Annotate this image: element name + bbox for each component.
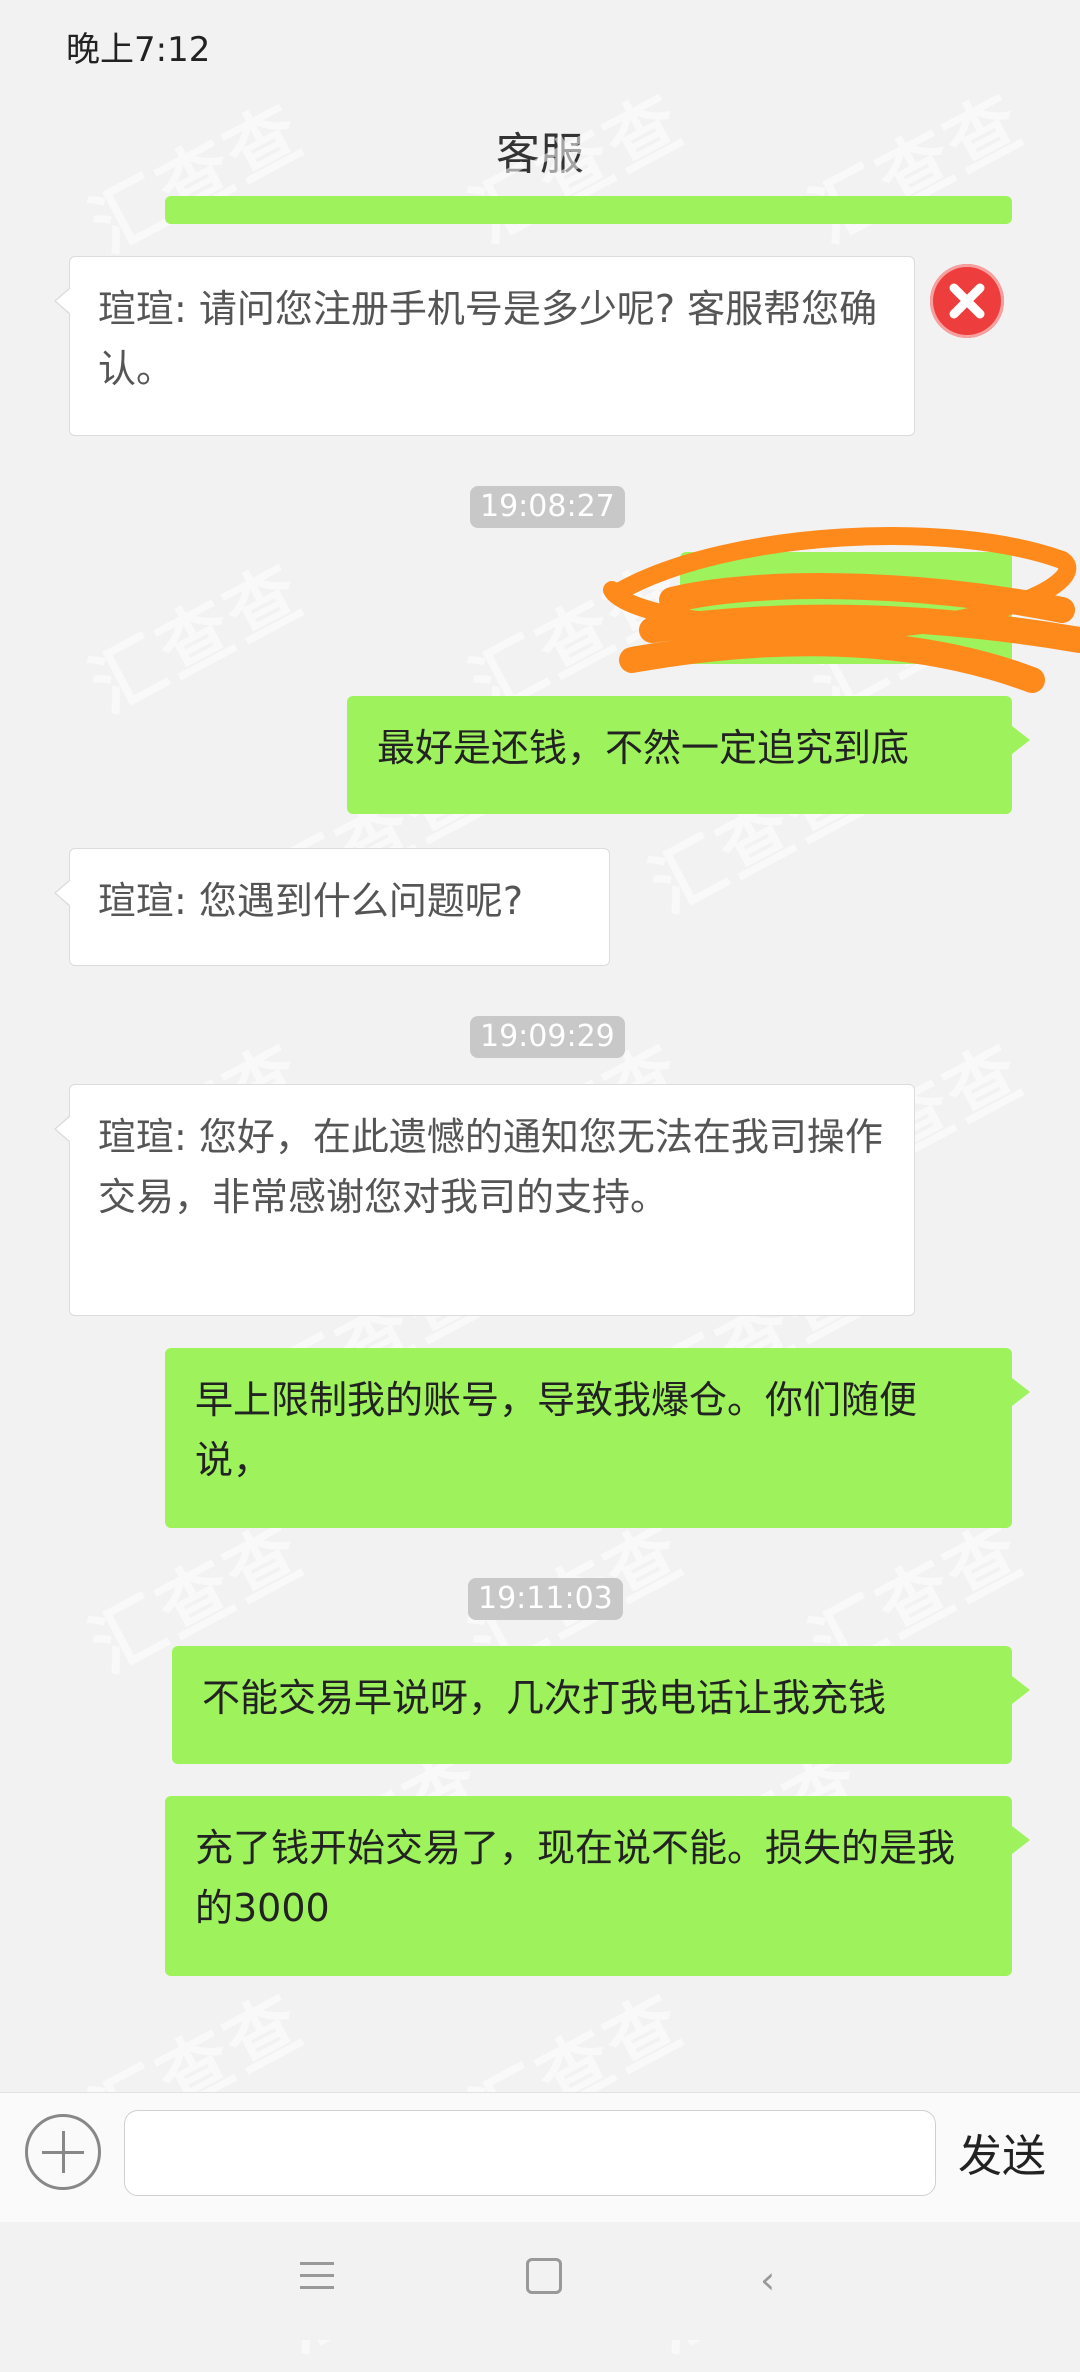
sent-message: 充了钱开始交易了，现在说不能。损失的是我的3000: [165, 1796, 1030, 1976]
send-button[interactable]: 发送: [958, 2120, 1046, 2184]
status-bar-time: 晚上7:12: [66, 30, 211, 70]
message-text: 瑄瑄: 您遇到什么问题呢?: [98, 879, 524, 923]
sent-message-partial: [165, 196, 1012, 224]
timestamp: 19:09:29: [470, 1016, 625, 1058]
message-text: 不能交易早说呀，几次打我电话让我充钱: [202, 1676, 887, 1720]
received-message: 瑄瑄: 您遇到什么问题呢?: [54, 848, 610, 966]
home-icon[interactable]: [526, 2258, 562, 2294]
page-title: 客服: [496, 129, 584, 180]
back-icon[interactable]: ‹: [760, 2258, 775, 2302]
message-text: 瑄瑄: 您好，在此遗憾的通知您无法在我司操作交易，非常感谢您对我司的支持。: [98, 1115, 883, 1219]
sent-message: 早上限制我的账号，导致我爆仓。你们随便说，: [165, 1348, 1030, 1528]
sent-message: 不能交易早说呀，几次打我电话让我充钱: [172, 1646, 1030, 1764]
watermark: 汇查查: [76, 547, 318, 729]
redaction-scribble: [603, 527, 1080, 693]
message-text: 早上限制我的账号，导致我爆仓。你们随便说，: [195, 1378, 918, 1482]
message-input[interactable]: [124, 2110, 936, 2196]
sent-message: 最好是还钱，不然一定追究到底: [347, 696, 1030, 814]
message-text: 最好是还钱，不然一定追究到底: [377, 726, 910, 770]
menu-icon[interactable]: [300, 2262, 334, 2290]
received-message: 瑄瑄: 请问您注册手机号是多少呢? 客服帮您确认。: [54, 256, 915, 436]
timestamp: 19:11:03: [468, 1578, 623, 1620]
add-attachment-button[interactable]: [25, 2114, 101, 2190]
send-failed-icon[interactable]: [930, 264, 1004, 338]
received-message: 瑄瑄: 您好，在此遗憾的通知您无法在我司操作交易，非常感谢您对我司的支持。: [54, 1084, 915, 1316]
message-text: 充了钱开始交易了，现在说不能。损失的是我的3000: [195, 1826, 956, 1930]
message-text: 瑄瑄: 请问您注册手机号是多少呢? 客服帮您确认。: [98, 287, 878, 391]
